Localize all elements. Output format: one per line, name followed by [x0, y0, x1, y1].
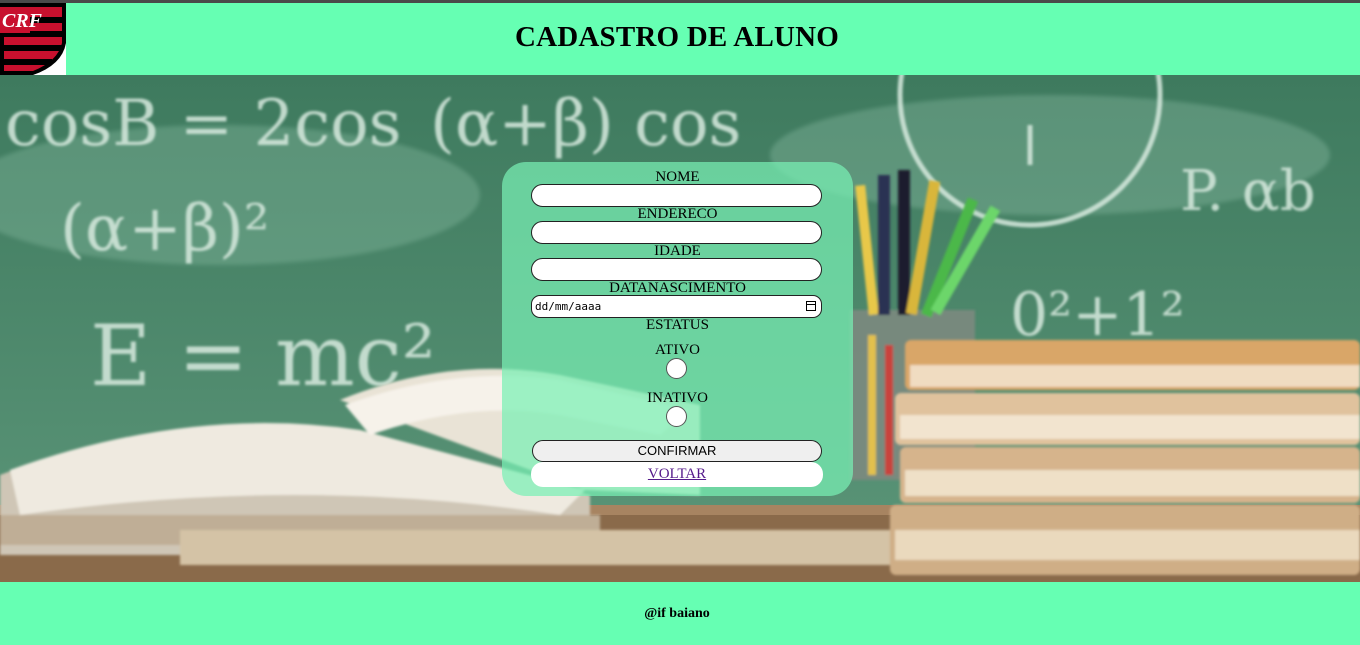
- nome-input[interactable]: [531, 184, 822, 207]
- chalk-formula-2: (α+β) cos: [430, 87, 741, 161]
- idade-input[interactable]: [531, 258, 822, 281]
- confirm-button[interactable]: CONFIRMAR: [532, 440, 822, 462]
- chalk-formula-5: 0²+1²: [1010, 280, 1185, 350]
- footer-credit: @if baiano: [644, 606, 710, 621]
- idade-label: IDADE: [654, 243, 701, 259]
- chalk-formula-3: (α+β)²: [60, 192, 269, 266]
- endereco-input[interactable]: [531, 221, 822, 244]
- page-footer: @if baiano: [0, 582, 1360, 645]
- inativo-radio[interactable]: [666, 406, 687, 427]
- chalk-formula-1: cosB = 2cos: [5, 87, 402, 161]
- page-header: CRF CADASTRO DE ALUNO: [0, 3, 1360, 75]
- ativo-label: ATIVO: [655, 342, 700, 358]
- ativo-radio[interactable]: [666, 358, 687, 379]
- chalk-formula-6: P. αb: [1180, 159, 1316, 224]
- endereco-label: ENDERECO: [637, 206, 718, 222]
- classroom-background: cosB = 2cos (α+β) cos (α+β)² E = mc² 0²+…: [0, 75, 1360, 582]
- student-form: NOME ENDERECO IDADE DATANASCIMENTO dd/mm…: [502, 162, 853, 496]
- page-title: CADASTRO DE ALUNO: [514, 21, 840, 53]
- nome-label: NOME: [655, 169, 700, 185]
- inativo-label: INATIVO: [647, 390, 708, 406]
- datanascimento-input[interactable]: dd/mm/aaaa: [531, 295, 822, 318]
- calendar-icon[interactable]: [806, 301, 816, 311]
- estatus-label: ESTATUS: [646, 317, 709, 333]
- voltar-link-container: VOLTAR: [531, 462, 823, 487]
- date-placeholder: dd/mm/aaaa: [535, 300, 602, 313]
- datanascimento-label: DATANASCIMENTO: [609, 280, 746, 296]
- voltar-link[interactable]: VOLTAR: [648, 466, 706, 482]
